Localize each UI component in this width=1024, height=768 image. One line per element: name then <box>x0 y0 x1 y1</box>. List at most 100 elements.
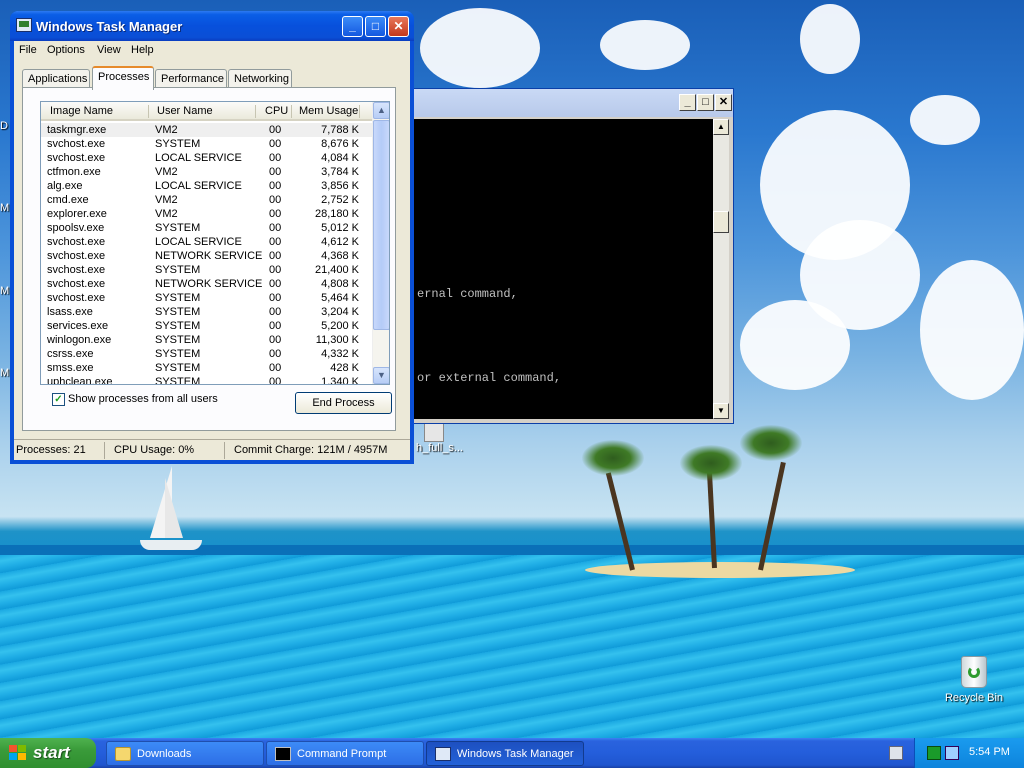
cell-mem-usage: 3,784 K <box>321 166 359 178</box>
console-output[interactable]: ernal command, or external command, <box>413 119 713 419</box>
end-process-button[interactable]: End Process <box>295 392 392 414</box>
close-button[interactable]: ✕ <box>715 94 732 111</box>
task-manager-tray-icon[interactable] <box>927 746 941 760</box>
task-manager-title-bar[interactable]: Windows Task Manager _ □ ✕ <box>10 11 414 41</box>
column-user-name[interactable]: User Name <box>157 105 213 117</box>
process-list-scrollbar[interactable]: ▲ ▼ <box>372 102 389 384</box>
table-row[interactable]: uphclean.exe SYSTEM 00 1,340 K <box>41 375 373 384</box>
table-row[interactable]: ctfmon.exe VM2 00 3,784 K <box>41 165 373 179</box>
task-manager-window[interactable]: Windows Task Manager _ □ ✕ File Options … <box>10 11 414 464</box>
show-all-users-label[interactable]: Show processes from all users <box>68 393 218 405</box>
status-bar: Processes: 21 CPU Usage: 0% Commit Charg… <box>14 439 410 461</box>
desktop-shortcut[interactable]: h_full_s... <box>416 422 463 454</box>
tab-networking[interactable]: Networking <box>228 69 292 89</box>
process-list[interactable]: Image Name User Name CPU Mem Usage taskm… <box>40 101 390 385</box>
cell-image-name: csrss.exe <box>47 348 94 360</box>
table-row[interactable]: alg.exe LOCAL SERVICE 00 3,856 K <box>41 179 373 193</box>
table-row[interactable]: spoolsv.exe SYSTEM 00 5,012 K <box>41 221 373 235</box>
clock[interactable]: 5:54 PM <box>969 746 1010 758</box>
column-divider[interactable] <box>255 105 256 118</box>
tab-performance[interactable]: Performance <box>155 69 227 89</box>
desktop-icon-fragment[interactable]: M <box>0 285 9 297</box>
minimize-button[interactable]: _ <box>342 16 363 37</box>
table-row[interactable]: svchost.exe SYSTEM 00 8,676 K <box>41 137 373 151</box>
column-image-name[interactable]: Image Name <box>50 105 113 117</box>
cell-cpu: 00 <box>269 264 282 276</box>
table-row[interactable]: services.exe SYSTEM 00 5,200 K <box>41 319 373 333</box>
cell-user-name: LOCAL SERVICE <box>155 236 242 248</box>
folder-icon <box>115 747 131 761</box>
cell-cpu: 00 <box>269 334 282 346</box>
recycle-bin[interactable]: Recycle Bin <box>940 656 1008 704</box>
table-row[interactable]: explorer.exe VM2 00 28,180 K <box>41 207 373 221</box>
cell-image-name: svchost.exe <box>47 264 106 276</box>
tab-processes[interactable]: Processes <box>92 66 154 90</box>
desktop-icon-fragment[interactable]: M <box>0 367 9 379</box>
status-divider <box>104 442 105 459</box>
tab-applications[interactable]: Applications <box>22 69 90 89</box>
menu-file[interactable]: File <box>19 44 37 56</box>
sail <box>165 478 183 538</box>
table-row[interactable]: svchost.exe LOCAL SERVICE 00 4,084 K <box>41 151 373 165</box>
column-mem-usage[interactable]: Mem Usage <box>299 105 358 117</box>
cloud <box>800 4 860 74</box>
cell-user-name: SYSTEM <box>155 362 201 374</box>
windows-logo-icon <box>9 745 27 761</box>
taskbar-button-label: Downloads <box>137 748 192 760</box>
menu-view[interactable]: View <box>97 44 121 56</box>
table-row[interactable]: svchost.exe NETWORK SERVICE 00 4,808 K <box>41 277 373 291</box>
cell-mem-usage: 3,204 K <box>321 306 359 318</box>
desktop-icon-fragment[interactable]: M <box>0 202 9 214</box>
table-row[interactable]: cmd.exe VM2 00 2,752 K <box>41 193 373 207</box>
cell-cpu: 00 <box>269 180 282 192</box>
taskbar-button-command-prompt[interactable]: Command Prompt <box>266 741 424 766</box>
taskbar-button-label: Command Prompt <box>297 748 387 760</box>
console-line: or external command, <box>417 371 562 385</box>
scroll-thumb[interactable] <box>713 211 729 233</box>
start-button[interactable]: start <box>0 738 96 768</box>
cell-mem-usage: 5,464 K <box>321 292 359 304</box>
menu-options[interactable]: Options <box>47 44 85 56</box>
cell-mem-usage: 5,012 K <box>321 222 359 234</box>
command-prompt-title-bar[interactable]: _ □ ✕ <box>411 89 733 117</box>
cell-user-name: SYSTEM <box>155 348 201 360</box>
scroll-thumb[interactable] <box>373 120 389 330</box>
column-cpu[interactable]: CPU <box>265 105 288 117</box>
status-commit-charge: Commit Charge: 121M / 4957M <box>234 444 388 456</box>
table-row[interactable]: winlogon.exe SYSTEM 00 11,300 K <box>41 333 373 347</box>
network-icon[interactable] <box>945 746 959 760</box>
table-row[interactable]: svchost.exe SYSTEM 00 21,400 K <box>41 263 373 277</box>
cell-mem-usage: 4,612 K <box>321 236 359 248</box>
cell-image-name: cmd.exe <box>47 194 89 206</box>
cell-cpu: 00 <box>269 306 282 318</box>
scroll-up-button[interactable]: ▲ <box>373 102 389 119</box>
desktop-icon-fragment[interactable]: D <box>0 120 8 132</box>
cloud <box>740 300 850 390</box>
checkbox-check-icon[interactable]: ✓ <box>52 393 65 406</box>
cell-mem-usage: 2,752 K <box>321 194 359 206</box>
table-row[interactable]: taskmgr.exe VM2 00 7,788 K <box>41 123 373 137</box>
table-row[interactable]: svchost.exe SYSTEM 00 5,464 K <box>41 291 373 305</box>
column-divider[interactable] <box>359 105 360 118</box>
close-button[interactable]: ✕ <box>388 16 409 37</box>
column-divider[interactable] <box>148 105 149 118</box>
start-label: start <box>33 743 70 762</box>
column-divider[interactable] <box>291 105 292 118</box>
maximize-button[interactable]: □ <box>697 94 714 111</box>
table-row[interactable]: csrss.exe SYSTEM 00 4,332 K <box>41 347 373 361</box>
maximize-button[interactable]: □ <box>365 16 386 37</box>
table-row[interactable]: lsass.exe SYSTEM 00 3,204 K <box>41 305 373 319</box>
menu-help[interactable]: Help <box>131 44 154 56</box>
scroll-down-button[interactable]: ▼ <box>713 403 729 419</box>
scroll-up-button[interactable]: ▲ <box>713 119 729 135</box>
table-row[interactable]: smss.exe SYSTEM 00 428 K <box>41 361 373 375</box>
keyboard-icon[interactable] <box>889 746 903 760</box>
taskbar-button-downloads[interactable]: Downloads <box>106 741 264 766</box>
minimize-button[interactable]: _ <box>679 94 696 111</box>
table-row[interactable]: svchost.exe NETWORK SERVICE 00 4,368 K <box>41 249 373 263</box>
command-prompt-window[interactable]: _ □ ✕ ernal command, or external command… <box>410 88 734 424</box>
scroll-down-button[interactable]: ▼ <box>373 367 389 384</box>
taskbar-button-task-manager[interactable]: Windows Task Manager <box>426 741 584 766</box>
console-scrollbar[interactable]: ▲ ▼ <box>713 119 729 419</box>
table-row[interactable]: svchost.exe LOCAL SERVICE 00 4,612 K <box>41 235 373 249</box>
